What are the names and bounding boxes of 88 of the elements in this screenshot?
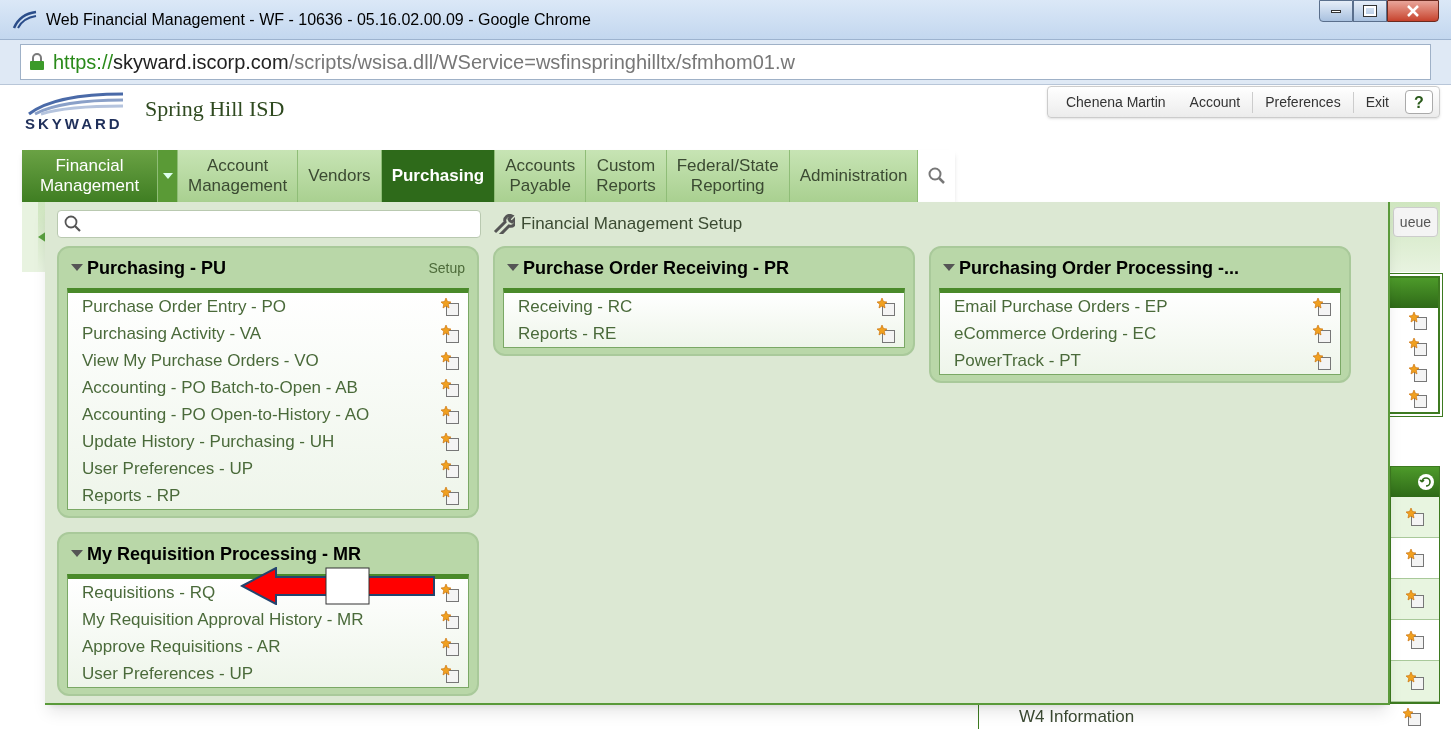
close-icon [1407, 5, 1419, 17]
menu-item[interactable]: Update History - Purchasing - UH [82, 428, 335, 455]
star-document-icon[interactable] [1405, 507, 1425, 527]
star-document-icon[interactable] [440, 582, 460, 603]
star-document-icon[interactable] [440, 431, 460, 452]
nav-search-button[interactable] [918, 150, 956, 202]
nav-tab[interactable]: Purchasing [381, 150, 496, 202]
panel-title: Purchasing Order Processing -... [959, 256, 1240, 280]
list-item[interactable]: W4 Information [1019, 703, 1135, 730]
collapse-caret-icon[interactable] [71, 550, 83, 558]
star-document-icon[interactable] [1408, 311, 1428, 331]
wrench-icon [493, 214, 515, 234]
star-document-icon[interactable] [1405, 589, 1425, 609]
star-document-icon[interactable] [1312, 323, 1332, 344]
collapse-caret-icon[interactable] [507, 264, 519, 272]
star-document-icon[interactable] [440, 377, 460, 398]
star-document-icon[interactable] [1408, 337, 1428, 357]
district-name: Spring Hill ISD [145, 95, 285, 123]
window-title: Web Financial Management - WF - 10636 - 05.16.02.00.09 - Google Chrome [46, 9, 591, 30]
user-name[interactable]: Chenena Martin [1053, 91, 1178, 113]
menu-item[interactable]: Receiving - RC [518, 293, 633, 320]
collapse-caret-icon[interactable] [943, 264, 955, 272]
star-document-icon[interactable] [440, 485, 460, 506]
nav-tab[interactable]: Financial Management [22, 150, 158, 202]
module-dropdown-button[interactable] [158, 150, 178, 202]
menu-item[interactable]: My Requisition Approval History - MR [82, 606, 364, 633]
app-logo-icon [12, 9, 38, 30]
setup-link[interactable]: Financial Management Setup [521, 211, 743, 237]
star-document-icon[interactable] [440, 350, 460, 371]
menu-search-field[interactable] [57, 210, 481, 238]
menu-item[interactable]: Approve Requisitions - AR [82, 633, 281, 660]
star-document-icon[interactable] [440, 636, 460, 657]
star-document-icon[interactable] [1312, 350, 1332, 371]
menu-item[interactable]: Purchasing Activity - VA [82, 320, 262, 347]
star-document-icon[interactable] [440, 609, 460, 630]
menu-item[interactable]: User Preferences - UP [82, 660, 253, 687]
caret-icon [162, 173, 173, 179]
maximize-button[interactable] [1353, 0, 1387, 22]
collapse-caret-icon[interactable] [71, 264, 83, 272]
star-document-icon[interactable] [440, 404, 460, 425]
star-document-icon[interactable] [440, 296, 460, 317]
nav-tab[interactable]: Account Management [178, 150, 299, 202]
star-document-icon[interactable] [876, 296, 896, 317]
star-document-icon[interactable] [440, 458, 460, 479]
nav-tab[interactable]: Accounts Payable [495, 150, 587, 202]
menu-item[interactable]: eCommerce Ordering - EC [954, 320, 1157, 347]
search-icon [64, 215, 82, 233]
close-button[interactable] [1387, 0, 1439, 22]
star-document-icon[interactable] [1312, 296, 1332, 317]
star-document-icon[interactable] [1402, 706, 1422, 727]
star-document-icon[interactable] [440, 663, 460, 684]
minimize-button[interactable] [1319, 0, 1353, 22]
nav-tab[interactable]: Federal/State Reporting [666, 150, 790, 202]
nav-tab[interactable]: Vendors [298, 150, 382, 202]
address-bar[interactable]: https://skyward.iscorp.com/scripts/wsisa.dll/WService=wsfinspringhilltx/sfmhom01.w [20, 44, 1431, 80]
help-button[interactable]: ? [1405, 90, 1433, 114]
menu-item[interactable]: Accounting - PO Open-to-History - AO [82, 401, 370, 428]
queue-button[interactable]: ueue [1392, 207, 1438, 237]
menu-item[interactable]: Accounting - PO Batch-to-Open - AB [82, 374, 358, 401]
menu-item[interactable]: View My Purchase Orders - VO [82, 347, 319, 374]
menu-item[interactable]: Reports - RP [82, 482, 181, 509]
star-document-icon[interactable] [1408, 363, 1428, 383]
lock-icon [29, 53, 45, 71]
menu-item[interactable]: Purchase Order Entry - PO [82, 293, 287, 320]
url-text: https://skyward.iscorp.com/scripts/wsisa.dll/WService=wsfinspringhilltx/sfmhom01.w [53, 50, 795, 75]
panel-title: Purchase Order Receiving - PR [523, 256, 790, 280]
menu-item[interactable]: Email Purchase Orders - EP [954, 293, 1168, 320]
search-icon [927, 167, 946, 185]
star-document-icon[interactable] [1405, 671, 1425, 691]
star-document-icon[interactable] [1408, 389, 1428, 409]
nav-tab[interactable]: Administration [789, 150, 919, 202]
header-link[interactable]: Account [1177, 91, 1253, 113]
star-document-icon[interactable] [440, 323, 460, 344]
panel-title: My Requisition Processing - MR [87, 542, 362, 566]
menu-item[interactable]: User Preferences - UP [82, 455, 253, 482]
menu-item[interactable]: Requisitions - RQ [82, 579, 216, 606]
header-link[interactable]: Preferences [1252, 91, 1353, 113]
header-link[interactable]: Exit [1352, 91, 1401, 113]
star-document-icon[interactable] [876, 323, 896, 344]
menu-item[interactable]: PowerTrack - PT [954, 347, 1081, 374]
menu-item[interactable]: Reports - RE [518, 320, 617, 347]
refresh-icon[interactable] [1417, 473, 1435, 491]
panel-title: Purchasing - PU [87, 256, 227, 280]
star-document-icon[interactable] [1405, 630, 1425, 650]
star-document-icon[interactable] [1405, 548, 1425, 568]
nav-tab[interactable]: Custom Reports [586, 150, 667, 202]
setup-link[interactable]: Setup [428, 257, 465, 279]
skyward-logo: SKYWARD [25, 90, 130, 131]
